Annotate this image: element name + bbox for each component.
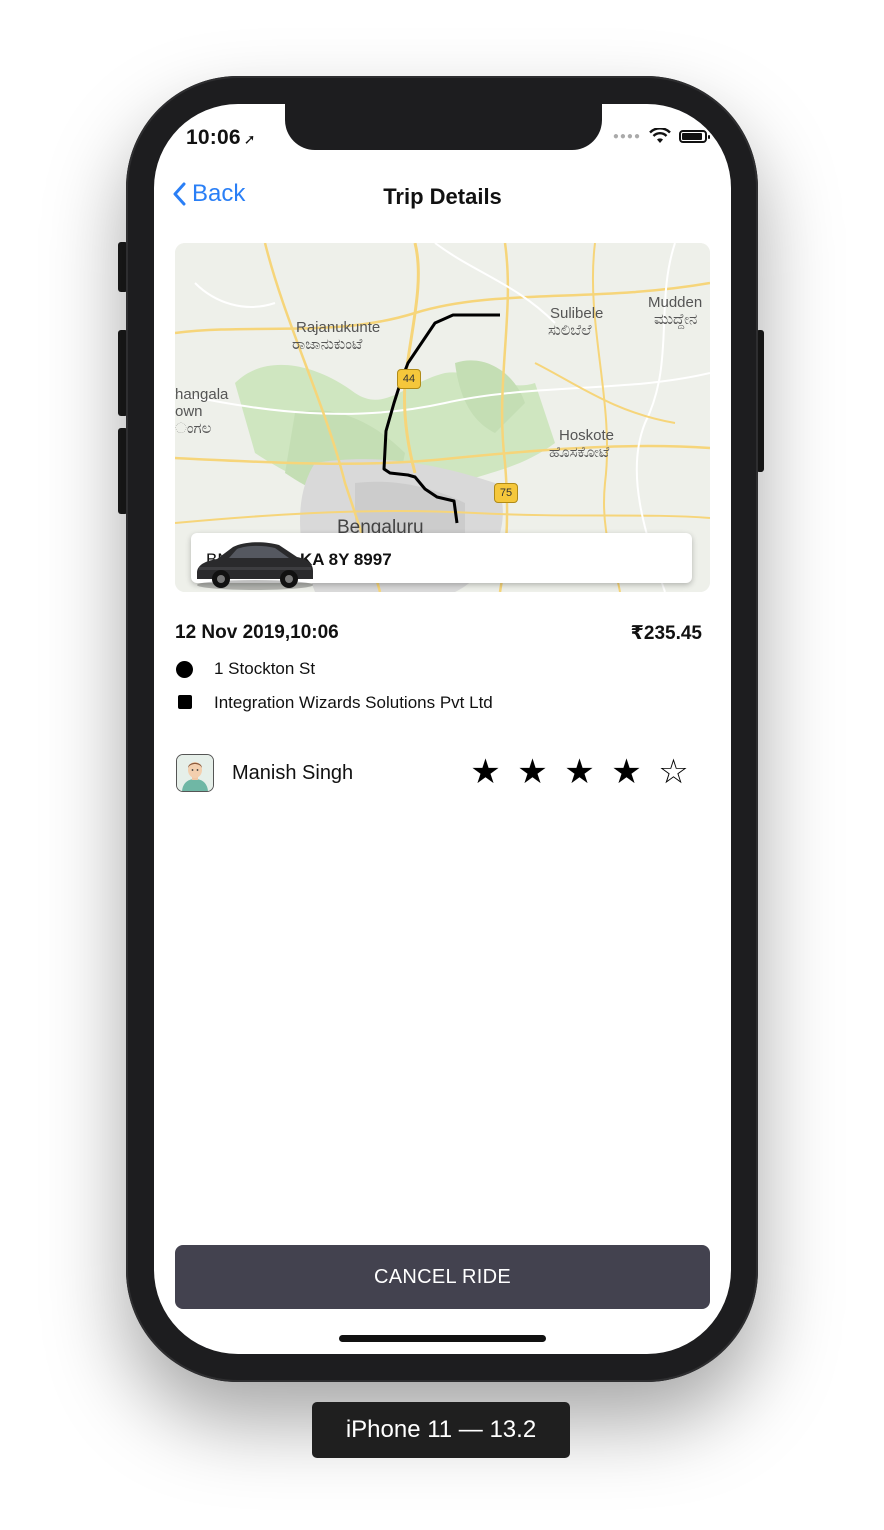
wifi-icon [649, 128, 671, 143]
car-image [197, 542, 313, 590]
star-filled-icon[interactable]: ★ [517, 752, 548, 792]
pickup-dot-icon [176, 661, 193, 678]
highway-shield-44: 44 [397, 369, 421, 389]
map-label-mudden: Mudden [648, 294, 703, 311]
location-arrow-icon: ➚ [243, 131, 256, 147]
star-filled-icon[interactable]: ★ [470, 752, 501, 792]
star-filled-icon[interactable]: ★ [611, 752, 642, 792]
map-label-own: own [175, 403, 203, 420]
map-label-rajanukunte: Rajanukunte [296, 319, 381, 336]
pickup-address: 1 Stockton St [214, 659, 316, 678]
home-indicator[interactable] [339, 1335, 546, 1342]
map-label-sulibele: Sulibele [550, 305, 604, 322]
status-icons: ●●●● [612, 128, 710, 144]
trip-date-time: 12 Nov 2019,10:06 [175, 622, 339, 643]
star-empty-icon[interactable]: ☆ [658, 752, 689, 792]
phone-screen: 10:06 ➚ ●●●● Back Trip Details Rajanukun… [154, 104, 731, 1354]
highway-shield-75: 75 [494, 483, 518, 503]
vehicle-card: BMW X1S KA 8Y 8997 [191, 533, 692, 590]
star-filled-icon[interactable]: ★ [564, 752, 595, 792]
driver-rating[interactable]: ★ ★ ★ ★ ☆ [470, 752, 689, 792]
driver-name: Manish Singh [232, 762, 354, 784]
dropoff-address: Integration Wizards Solutions Pvt Ltd [214, 693, 493, 712]
dropoff-square-icon [178, 695, 192, 709]
map-label-hoskote: Hoskote [559, 427, 615, 444]
map-label-rajanukunte-kn: ರಾಜಾನುಕುಂಟೆ [292, 336, 363, 353]
trip-fare: ₹235.45 [630, 623, 702, 644]
map-label-hoskote-kn: ಹೊಸಕೋಟೆ [549, 444, 610, 461]
map-label-sulibele-kn: ಸುಲಿಬೆಲೆ [548, 322, 592, 339]
navigation-bar: Back Trip Details [154, 174, 731, 218]
driver-avatar [176, 754, 214, 792]
battery-icon [679, 129, 710, 143]
cancel-ride-button[interactable]: CANCEL RIDE [175, 1245, 710, 1309]
status-time: 10:06 ➚ [186, 126, 256, 150]
map-label-hangala: hangala [175, 386, 229, 403]
cellular-signal-icon: ●●●● [612, 130, 641, 142]
simulator-device-label: iPhone 11 — 13.2 [312, 1402, 570, 1458]
page-title: Trip Details [383, 184, 502, 209]
trip-map[interactable]: Rajanukunte ರಾಜಾನುಕುಂಟೆ Sulibele ಸುಲಿಬೆಲ… [175, 243, 710, 592]
driver-avatar-icon [177, 755, 213, 791]
map-label-ongala-kn: ಂಗಲ [175, 420, 212, 437]
status-time-text: 10:06 [186, 126, 241, 149]
map-label-mudden-kn: ಮುದ್ದೇನ [654, 311, 698, 328]
notch [285, 104, 602, 150]
